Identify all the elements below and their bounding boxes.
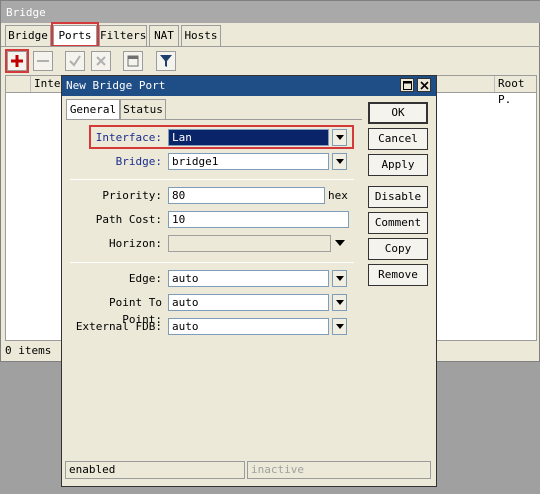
bridge-select[interactable]: bridge1 — [168, 153, 329, 170]
maximize-button[interactable] — [400, 78, 414, 92]
tab-divider — [1, 46, 540, 47]
remove-button[interactable] — [33, 51, 53, 71]
chevron-down-icon — [335, 159, 344, 164]
dialog-title-text: New Bridge Port — [66, 79, 166, 92]
comment-button[interactable]: Comment — [368, 212, 428, 234]
cancel-button[interactable]: Cancel — [368, 128, 428, 150]
chevron-down-icon — [335, 324, 344, 329]
external-fdb-dropdown[interactable] — [332, 318, 347, 335]
priority-unit: hex — [328, 189, 348, 202]
chevron-down-icon — [335, 135, 344, 140]
close-button[interactable] — [417, 78, 431, 92]
tab-bridge[interactable]: Bridge — [5, 25, 51, 47]
separator — [70, 262, 354, 263]
add-icon — [11, 55, 23, 67]
new-bridge-port-dialog: New Bridge Port General Status Interface… — [61, 75, 437, 487]
items-count: 0 items — [5, 344, 52, 357]
comment-icon — [127, 55, 139, 67]
tab-nat[interactable]: NAT — [149, 25, 179, 47]
chevron-down-icon — [335, 300, 344, 305]
bridge-label[interactable]: Bridge: — [66, 153, 162, 170]
status-enabled: enabled — [65, 461, 245, 479]
horizon-label: Horizon: — [109, 237, 162, 250]
interface-dropdown[interactable] — [332, 129, 347, 146]
bridge-dropdown[interactable] — [332, 153, 347, 170]
dialog-title: New Bridge Port — [62, 76, 436, 96]
close-icon — [419, 80, 429, 90]
point-to-point-select[interactable]: auto — [168, 294, 329, 311]
column-header-index[interactable] — [6, 76, 30, 92]
maximize-icon — [402, 80, 412, 90]
ports-tab-highlight — [51, 22, 99, 47]
edge-label: Edge: — [128, 272, 162, 285]
disable-icon — [96, 56, 106, 66]
status-running: inactive — [247, 461, 431, 479]
copy-button[interactable]: Copy — [368, 238, 428, 260]
path-cost-label: Path Cost: — [95, 213, 162, 226]
disable-button[interactable] — [91, 51, 111, 71]
enable-button[interactable] — [65, 51, 85, 71]
general-panel — [66, 119, 362, 459]
tab-status[interactable]: Status — [120, 99, 166, 120]
priority-input[interactable]: 80 — [168, 187, 325, 204]
point-to-point-label: Point To Point: — [109, 296, 162, 326]
external-fdb-label: External FDB: — [75, 320, 162, 333]
point-to-point-dropdown[interactable] — [332, 294, 347, 311]
chevron-down-icon — [335, 276, 344, 281]
tab-general[interactable]: General — [66, 99, 120, 120]
comment-button[interactable] — [123, 51, 143, 71]
path-cost-input[interactable]: 10 — [168, 211, 349, 228]
edge-dropdown[interactable] — [332, 270, 347, 287]
interface-select[interactable]: Lan — [168, 129, 329, 146]
horizon-expand-icon[interactable] — [335, 240, 345, 246]
external-fdb-select[interactable]: auto — [168, 318, 329, 335]
enable-icon — [69, 55, 81, 67]
apply-button[interactable]: Apply — [368, 154, 428, 176]
remove-icon — [37, 60, 49, 62]
column-header-root-path-cost[interactable]: Root P. — [494, 76, 538, 106]
remove-button[interactable]: Remove — [368, 264, 428, 286]
add-button[interactable] — [7, 51, 27, 71]
tab-hosts[interactable]: Hosts — [181, 25, 221, 47]
disable-button[interactable]: Disable — [368, 186, 428, 208]
ok-button[interactable]: OK — [368, 102, 428, 124]
horizon-input[interactable] — [168, 235, 331, 252]
priority-label: Priority: — [102, 189, 162, 202]
bridge-window-title: Bridge — [1, 1, 540, 23]
tab-filters[interactable]: Filters — [99, 25, 147, 47]
filter-button[interactable] — [156, 51, 176, 71]
filter-icon — [160, 55, 172, 67]
edge-select[interactable]: auto — [168, 270, 329, 287]
separator — [70, 179, 354, 180]
interface-label[interactable]: Interface: — [66, 129, 162, 146]
